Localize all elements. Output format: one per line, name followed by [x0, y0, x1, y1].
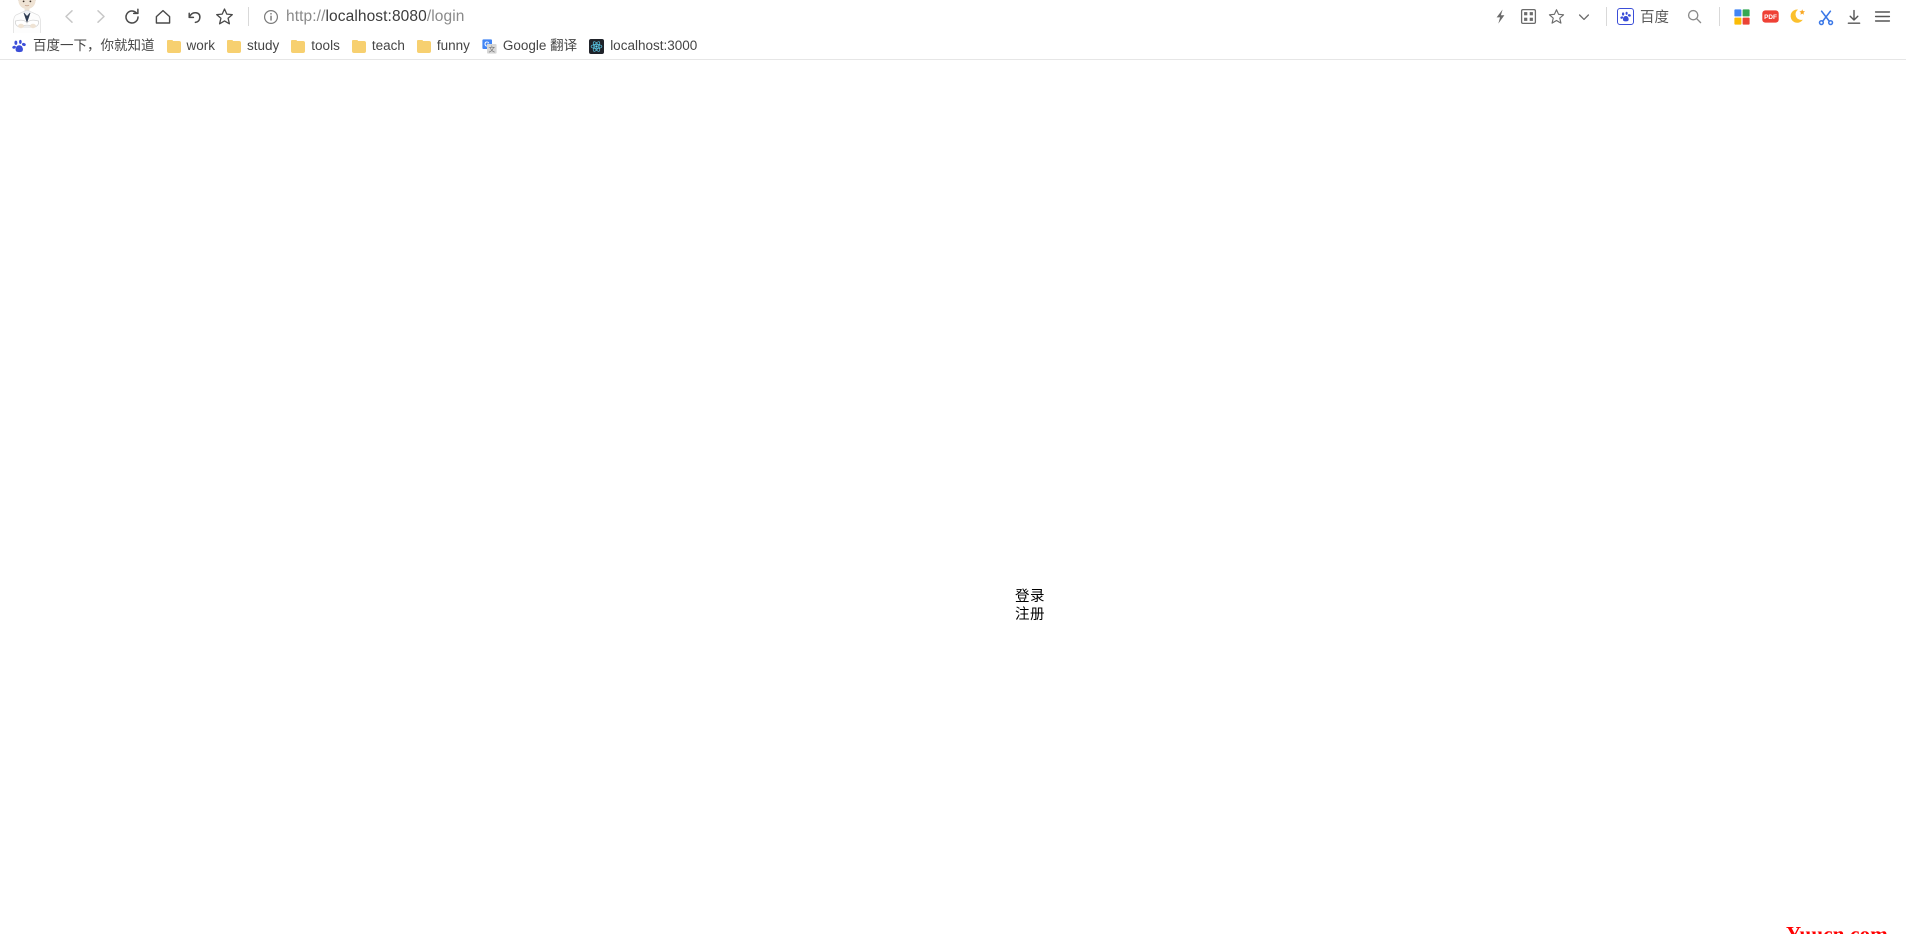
- reload-button[interactable]: [116, 1, 147, 32]
- chevron-left-icon: [65, 10, 73, 23]
- bookmark-folder-study[interactable]: study: [221, 35, 285, 57]
- bookmarks-bar: 百度一下，你就知道 work study tools teach funny G: [0, 33, 1906, 60]
- bookmark-folder-work[interactable]: work: [161, 35, 222, 57]
- bookmark-localhost-3000[interactable]: localhost:3000: [583, 35, 703, 57]
- folder-icon: [416, 39, 431, 53]
- search-icon: [1687, 9, 1701, 24]
- omnibox-dropdown-button[interactable]: [1570, 3, 1598, 31]
- lightning-icon: [1496, 9, 1504, 24]
- bookmark-folder-teach[interactable]: teach: [346, 35, 411, 57]
- bookmark-baidu[interactable]: 百度一下，你就知道: [6, 35, 161, 57]
- night-mode-button[interactable]: [1784, 3, 1812, 31]
- toolbar-right-actions: 百度 PDF: [1486, 3, 1906, 31]
- back-button[interactable]: [54, 1, 85, 32]
- address-bar[interactable]: http://localhost:8080/login: [257, 1, 1486, 32]
- bookmark-star-button[interactable]: [209, 1, 240, 32]
- download-button[interactable]: [1840, 3, 1868, 31]
- browser-toolbar: http://localhost:8080/login 百度 PDF: [0, 0, 1906, 33]
- toolbar-divider-3: [1719, 7, 1720, 26]
- site-watermark: Yuucn.com: [1786, 922, 1888, 934]
- star-outline-icon: [1548, 9, 1564, 24]
- home-button[interactable]: [147, 1, 178, 32]
- svg-text:PDF: PDF: [1764, 14, 1777, 21]
- url-text: http://localhost:8080/login: [286, 8, 465, 26]
- bookmark-label: tools: [311, 38, 340, 54]
- moon-star-icon: [1790, 9, 1805, 23]
- undo-button[interactable]: [178, 1, 209, 32]
- chevron-right-icon: [97, 10, 105, 23]
- user-avatar: [13, 0, 41, 33]
- bookmark-folder-tools[interactable]: tools: [285, 35, 346, 57]
- app-grid-icon: [1734, 8, 1750, 25]
- home-icon: [155, 9, 170, 24]
- bookmark-label: study: [247, 38, 280, 54]
- info-circle-icon[interactable]: [263, 9, 279, 25]
- url-path: /login: [426, 7, 465, 25]
- scissors-icon: [1818, 9, 1834, 25]
- bookmark-label: localhost:3000: [610, 38, 698, 54]
- star-icon: [216, 8, 233, 25]
- auth-links: 登录 注册: [1015, 589, 1045, 624]
- reload-icon: [124, 7, 139, 24]
- url-host: localhost:8080: [325, 7, 427, 25]
- browser-window: http://localhost:8080/login 百度 PDF 百度一下，…: [0, 0, 1906, 934]
- qrcode-button[interactable]: [1514, 3, 1542, 31]
- qrcode-icon: [1520, 8, 1536, 25]
- baidu-paw-icon: [1617, 8, 1634, 25]
- bookmark-label: funny: [436, 38, 470, 54]
- hamburger-icon: [1874, 11, 1890, 22]
- star-outline-button[interactable]: [1542, 3, 1570, 31]
- search-engine-label: 百度: [1640, 10, 1669, 26]
- folder-icon: [227, 39, 242, 53]
- search-button[interactable]: [1677, 3, 1711, 31]
- baidu-paw-icon: [12, 39, 26, 52]
- folder-icon: [166, 39, 181, 53]
- toolbar-divider-2: [1606, 7, 1607, 26]
- folder-icon: [351, 39, 366, 53]
- svg-text:文: 文: [488, 44, 495, 53]
- profile-avatar-button[interactable]: [0, 0, 54, 33]
- navigation-buttons: [54, 1, 240, 32]
- bookmark-label: 百度一下，你就知道: [33, 38, 155, 54]
- react-logo-icon: [589, 38, 605, 54]
- bookmark-label: teach: [371, 38, 405, 54]
- pdf-tool-button[interactable]: PDF: [1756, 3, 1784, 31]
- app-grid-button[interactable]: [1728, 3, 1756, 31]
- undo-arrow-icon: [187, 11, 201, 23]
- folder-icon: [291, 39, 306, 53]
- url-prefix: http://: [286, 7, 326, 25]
- bookmark-google-translate[interactable]: G 文 Google 翻译: [476, 35, 583, 57]
- bookmark-label: work: [186, 38, 216, 54]
- bookmark-folder-funny[interactable]: funny: [411, 35, 476, 57]
- download-arrow-icon: [1847, 9, 1861, 24]
- page-viewport: 登录 注册 Yuucn.com CSDN @Sheldon一蓑烟雨任平生: [0, 61, 1906, 934]
- search-engine-selector[interactable]: 百度: [1615, 6, 1677, 27]
- bookmark-label: Google 翻译: [502, 38, 578, 54]
- screenshot-button[interactable]: [1812, 3, 1840, 31]
- toolbar-divider: [248, 7, 249, 26]
- lightning-button[interactable]: [1486, 3, 1514, 31]
- login-link[interactable]: 登录: [1015, 589, 1045, 607]
- browser-menu-button[interactable]: [1868, 3, 1896, 31]
- register-link[interactable]: 注册: [1015, 607, 1045, 625]
- google-translate-icon: G 文: [482, 38, 497, 54]
- pdf-icon: PDF: [1761, 10, 1779, 23]
- forward-button[interactable]: [85, 1, 116, 32]
- chevron-down-icon: [1578, 13, 1590, 20]
